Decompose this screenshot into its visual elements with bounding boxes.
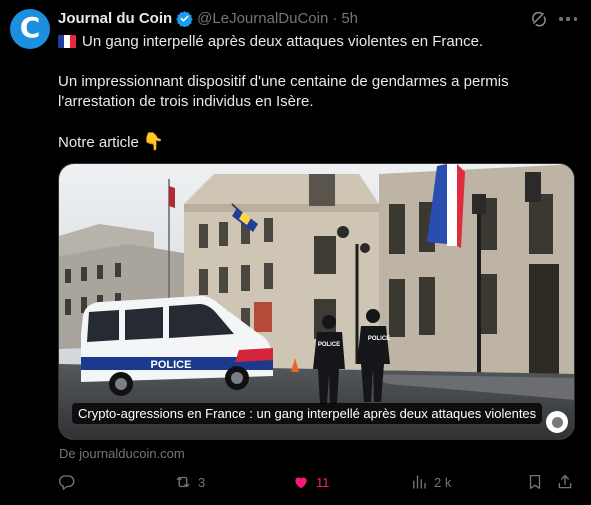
bookmark-button[interactable] — [526, 473, 544, 491]
tweet-line-1: Un gang interpellé après deux attaques v… — [82, 33, 484, 50]
heart-icon — [295, 477, 307, 489]
retweet-count: 3 — [198, 474, 206, 490]
grok-icon[interactable] — [530, 10, 548, 28]
separator-dot: · — [332, 10, 338, 27]
share-button[interactable] — [556, 473, 574, 491]
retweet-button[interactable]: 3 — [174, 473, 205, 491]
handle[interactable]: @LeJournalDuCoin — [197, 10, 328, 27]
avatar-letter: C — [19, 11, 41, 44]
link-card[interactable]: POLICE POLICE POLICE Crypto-agressions e… — [58, 163, 575, 440]
reply-button[interactable] — [58, 473, 82, 491]
like-count: 11 — [316, 474, 330, 490]
verified-badge-icon — [176, 10, 193, 27]
views-button[interactable]: 2 k — [410, 473, 451, 491]
tweet-text: Un gang interpellé après deux attaques v… — [58, 32, 568, 153]
tweet-header: Journal du Coin @LeJournalDuCoin · 5h — [58, 10, 358, 27]
action-bar: 3 11 2 k — [58, 473, 578, 495]
views-count: 2 k — [434, 474, 452, 490]
article-image: POLICE POLICE POLICE — [59, 164, 574, 439]
tweet-line-2: Un impressionnant dispositif d'une centa… — [58, 73, 509, 90]
tweet-line-4: Notre article — [58, 134, 139, 151]
more-icon[interactable] — [557, 10, 579, 28]
bookmark-icon — [529, 474, 541, 490]
officer-police-label: POLICE — [318, 342, 340, 348]
tweet-line-3: l'arrestation de trois individus en Isèr… — [58, 93, 314, 110]
avatar[interactable]: C — [10, 9, 50, 49]
timestamp[interactable]: 5h — [341, 10, 358, 27]
van-police-text: POLICE — [151, 359, 192, 371]
france-flag-icon — [58, 35, 76, 48]
pointing-down-emoji: 👇 — [142, 132, 165, 151]
share-icon — [558, 474, 572, 489]
views-icon — [413, 475, 426, 489]
like-button[interactable]: 11 — [292, 473, 330, 491]
retweet-icon — [176, 476, 190, 488]
reply-icon — [58, 475, 75, 490]
display-name[interactable]: Journal du Coin — [58, 10, 172, 27]
link-badge-icon — [546, 411, 568, 433]
card-source[interactable]: De journalducoin.com — [59, 446, 185, 461]
officer-police-label-2: POLICE — [368, 336, 390, 342]
card-caption[interactable]: Crypto-agressions en France : un gang in… — [72, 403, 543, 424]
